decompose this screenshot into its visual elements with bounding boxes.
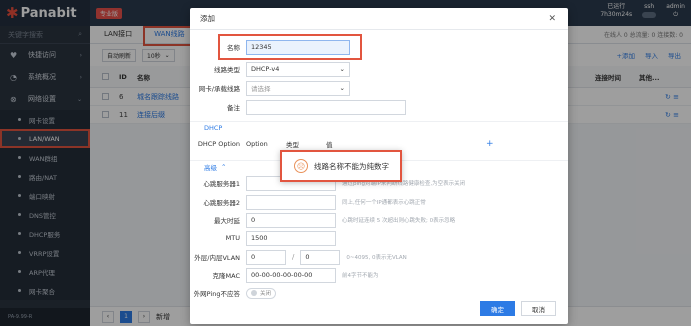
sad-face-icon: ☹: [294, 159, 308, 173]
heartbeat1-label: 心跳服务器1: [203, 180, 240, 188]
vlan-hint: 0~4095, 0表示无VLAN: [346, 255, 407, 261]
dhcp-col-type: 类型: [286, 141, 299, 149]
heartbeat2-input[interactable]: [246, 194, 336, 210]
max-delay-hint: 心跳时延连续 5 次超出则心跳失败; 0表示忽略: [342, 218, 456, 224]
mtu-input[interactable]: 1500: [246, 230, 336, 246]
ping-switch[interactable]: 关闭: [246, 287, 277, 299]
nic-label: 网卡/承载线路: [198, 85, 240, 93]
dhcp-option-label: DHCP Option: [197, 140, 240, 148]
vlan-label: 外层/内层VLAN: [194, 254, 240, 262]
dhcp-section-title: DHCP: [204, 123, 223, 132]
max-delay-label: 最大时延: [214, 217, 240, 225]
chevron-down-icon: ⌄: [339, 84, 345, 92]
name-label: 名称: [227, 44, 240, 52]
mtu-value: 1500: [251, 234, 268, 242]
ping-label: 外网Ping不应答: [193, 290, 240, 298]
clone-mac-label: 克隆MAC: [212, 272, 240, 280]
chevron-down-icon: ⌄: [339, 65, 345, 73]
vlan-separator: /: [292, 253, 295, 261]
remark-row: 备注: [190, 99, 406, 115]
remark-label: 备注: [227, 104, 240, 112]
error-tooltip: ☹ 线路名称不能为纯数字: [280, 150, 402, 182]
nic-placeholder: 请选择: [251, 85, 271, 93]
dialog-footer: 确定 取消: [480, 301, 556, 316]
ping-row: 外网Ping不应答 关闭: [190, 285, 277, 301]
dhcp-col-value: 值: [326, 141, 333, 149]
name-input[interactable]: 12345: [246, 39, 350, 55]
dialog-title: 添加: [190, 8, 568, 30]
cancel-button[interactable]: 取消: [521, 301, 556, 316]
clone-mac-hint: 前4字节不能为: [342, 273, 379, 279]
clone-mac-input[interactable]: 00-00-00-00-00-00: [246, 267, 336, 283]
error-message: 线路名称不能为纯数字: [314, 161, 389, 171]
clone-mac-row: 克隆MAC 00-00-00-00-00-00 前4字节不能为: [190, 267, 379, 283]
line-type-row: 线路类型 DHCP-v4 ⌄: [190, 61, 350, 77]
chevron-up-icon: ⌃: [221, 162, 227, 171]
max-delay-row: 最大时延 0 心跳时延连续 5 次超出则心跳失败; 0表示忽略: [190, 212, 455, 228]
add-option-icon[interactable]: +: [486, 139, 494, 149]
line-type-select[interactable]: DHCP-v4 ⌄: [246, 61, 350, 77]
vlan-inner-input[interactable]: 0: [300, 249, 341, 265]
mtu-row: MTU 1500: [190, 230, 336, 246]
dhcp-col-option: Option: [246, 140, 268, 148]
close-icon[interactable]: ✕: [548, 14, 556, 24]
advanced-section-title: 高级: [204, 163, 217, 172]
nic-row: 网卡/承载线路 请选择 ⌄: [190, 80, 350, 96]
confirm-button[interactable]: 确定: [480, 301, 515, 316]
heartbeat2-hint: 同上,任何一个IP通都表示心跳正常: [342, 200, 426, 206]
mtu-label: MTU: [225, 234, 240, 242]
heartbeat2-label: 心跳服务器2: [203, 199, 240, 207]
nic-select[interactable]: 请选择 ⌄: [246, 80, 350, 96]
line-type-label: 线路类型: [214, 66, 240, 74]
max-delay-input[interactable]: 0: [246, 212, 336, 228]
name-row: 名称 12345: [190, 39, 350, 55]
switch-knob: [251, 290, 257, 296]
vlan-outer-value: 0: [251, 253, 256, 261]
vlan-row: 外层/内层VLAN 0 / 0 0~4095, 0表示无VLAN: [190, 249, 407, 265]
name-value: 12345: [251, 43, 272, 51]
dhcp-section-header: DHCP: [190, 121, 568, 133]
remark-input[interactable]: [246, 99, 406, 115]
heartbeat2-row: 心跳服务器2 同上,任何一个IP通都表示心跳正常: [190, 194, 426, 210]
vlan-outer-input[interactable]: 0: [246, 249, 286, 265]
vlan-inner-value: 0: [305, 253, 310, 261]
line-type-value: DHCP-v4: [251, 65, 280, 73]
clone-mac-value: 00-00-00-00-00-00: [251, 271, 313, 279]
max-delay-value: 0: [251, 216, 256, 224]
ping-switch-label: 关闭: [260, 291, 272, 297]
